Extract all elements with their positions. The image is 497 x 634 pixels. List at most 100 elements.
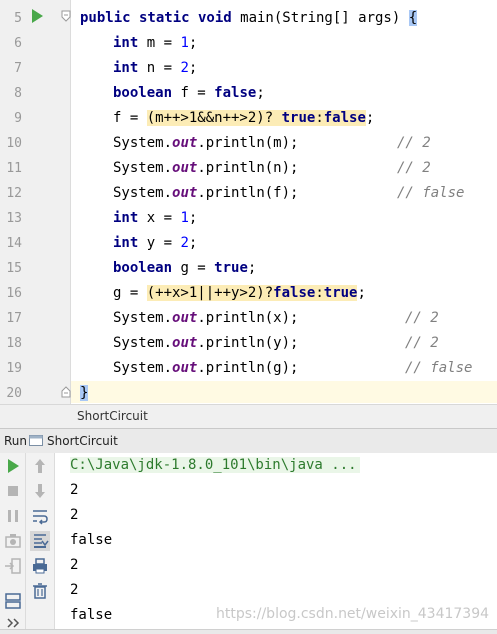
code-token: int: [113, 35, 139, 51]
code-token: out: [172, 160, 198, 176]
scroll-up-icon[interactable]: [30, 456, 50, 476]
exit-icon[interactable]: [3, 556, 23, 576]
console-line: 2: [70, 557, 79, 573]
fold-icon[interactable]: [61, 10, 71, 22]
code-line: System.out.println(f);: [113, 181, 298, 206]
code-token: 2: [180, 235, 189, 251]
code-comment: // 2: [405, 310, 439, 326]
matched-brace: {: [408, 10, 418, 26]
highlighted-expression: (++x>1||++y>2): [146, 285, 265, 301]
watermark: https://blog.csdn.net/weixin_43417394: [216, 606, 490, 622]
run-toolbar-secondary: [26, 453, 55, 634]
code-comment: // false: [405, 360, 473, 376]
clear-all-icon[interactable]: [30, 581, 50, 601]
console-line: 2: [70, 582, 79, 598]
code-line: boolean g = true;: [113, 256, 256, 281]
scroll-down-icon[interactable]: [30, 481, 50, 501]
code-token: ;: [188, 210, 198, 226]
code-token: System.: [113, 360, 173, 376]
code-line: }: [80, 381, 89, 406]
run-gutter-icon[interactable]: [32, 9, 43, 23]
code-line: f = (m++>1&&n++>2)? true:false;: [113, 106, 374, 131]
code-token: main(String[] args): [231, 10, 409, 26]
scroll-to-end-icon[interactable]: [30, 531, 50, 551]
run-tool-window-header: Run ShortCircuit: [0, 428, 497, 454]
code-token: f =: [113, 110, 147, 126]
code-token: out: [172, 135, 198, 151]
code-line: System.out.println(x);: [113, 306, 298, 331]
code-token: .println(x);: [197, 310, 299, 326]
ide-window: 5 6 7 8 9 10 11 12 13 14 15 16 17 18 19 …: [0, 0, 497, 634]
code-token: .println(g);: [197, 360, 299, 376]
code-token: false: [323, 110, 366, 126]
code-token: .println(m);: [197, 135, 299, 151]
console-line: 2: [70, 482, 79, 498]
code-line: System.out.println(m);: [113, 131, 298, 156]
gutter-separator: [70, 0, 71, 404]
code-line: int n = 2;: [113, 56, 197, 81]
line-number: 10: [6, 136, 22, 151]
code-token: System.: [113, 135, 173, 151]
code-line: System.out.println(g);: [113, 356, 298, 381]
code-line: boolean f = false;: [113, 81, 265, 106]
run-config-icon: [29, 435, 43, 446]
code-token: System.: [113, 310, 173, 326]
line-number: 9: [14, 111, 22, 126]
code-line: g = (++x>1||++y>2)?false:true;: [113, 281, 366, 306]
code-token: boolean: [113, 85, 173, 101]
code-token: out: [172, 360, 198, 376]
breadcrumb-label[interactable]: ShortCircuit: [77, 409, 148, 423]
console-line: false: [70, 607, 113, 623]
line-number: 20: [6, 386, 22, 401]
code-line: System.out.println(y);: [113, 331, 298, 356]
code-token: boolean: [113, 260, 173, 276]
code-token: m =: [138, 35, 181, 51]
code-token: int: [113, 60, 139, 76]
run-tab-label[interactable]: ShortCircuit: [47, 434, 118, 448]
status-bar: [0, 629, 497, 634]
code-token: f =: [172, 85, 215, 101]
code-token: y =: [138, 235, 181, 251]
code-line: int x = 1;: [113, 206, 197, 231]
breadcrumb[interactable]: ShortCircuit: [0, 404, 497, 429]
code-token: int: [113, 235, 139, 251]
code-token: .println(y);: [197, 335, 299, 351]
stop-icon[interactable]: [3, 481, 23, 501]
code-token: true: [281, 110, 316, 126]
code-token: ;: [256, 85, 265, 101]
code-token: ;: [365, 110, 375, 126]
code-line: System.out.println(n);: [113, 156, 298, 181]
fold-end-icon[interactable]: [61, 386, 71, 398]
rerun-icon[interactable]: [3, 456, 23, 476]
code-token: :: [315, 110, 324, 126]
dump-threads-icon[interactable]: [3, 531, 23, 551]
line-number: 11: [6, 161, 22, 176]
line-number: 17: [6, 311, 22, 326]
code-token: out: [172, 310, 198, 326]
code-token: int: [113, 210, 139, 226]
console-command-line: C:\Java\jdk-1.8.0_101\bin\java ...: [70, 453, 360, 478]
code-token: x =: [138, 210, 181, 226]
console-line: 2: [70, 507, 79, 523]
code-line: public static void main(String[] args) {: [80, 6, 418, 31]
line-number: 15: [6, 261, 22, 276]
code-token: System.: [113, 185, 173, 201]
run-label: Run: [4, 434, 28, 448]
soft-wrap-icon[interactable]: [30, 506, 50, 526]
layout-icon[interactable]: [3, 591, 23, 611]
line-number: 13: [6, 211, 22, 226]
code-token: false: [214, 85, 257, 101]
print-icon[interactable]: [30, 556, 50, 576]
code-comment: // 2: [405, 335, 439, 351]
code-token: ;: [188, 60, 198, 76]
code-editor[interactable]: 5 6 7 8 9 10 11 12 13 14 15 16 17 18 19 …: [0, 0, 497, 404]
code-comment: // 2: [397, 160, 431, 176]
line-number: 8: [14, 86, 22, 101]
code-token: g =: [113, 285, 147, 301]
line-number: 5: [14, 11, 22, 26]
pause-icon[interactable]: [3, 506, 23, 526]
code-token: 1: [180, 210, 189, 226]
current-line-highlight: [0, 381, 497, 403]
line-number: 7: [14, 61, 22, 76]
code-token: ;: [247, 260, 257, 276]
